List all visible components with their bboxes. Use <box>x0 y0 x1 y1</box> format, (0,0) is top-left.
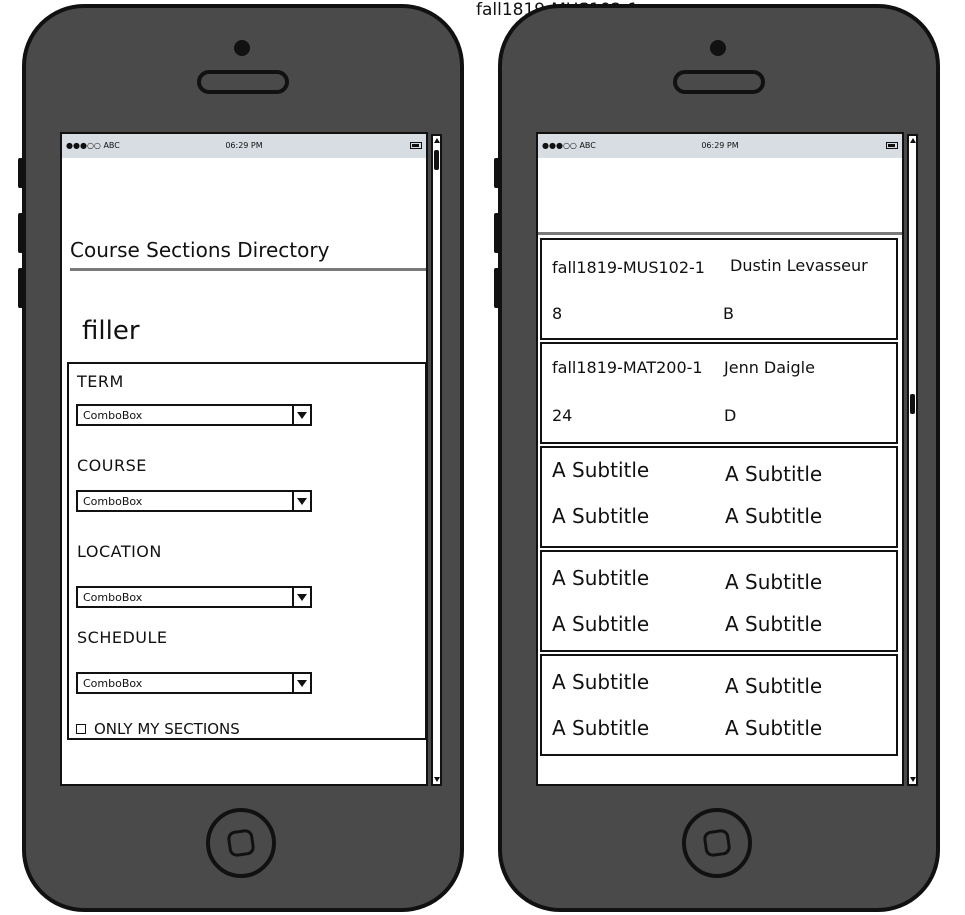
camera-icon <box>234 40 250 56</box>
subtitle-text: A Subtitle <box>725 716 823 740</box>
course-combobox-value: ComboBox <box>83 495 143 508</box>
mute-switch <box>18 158 24 188</box>
volume-up-button <box>494 213 500 253</box>
speaker-grille <box>673 70 765 94</box>
location-combobox-value: ComboBox <box>83 591 143 604</box>
battery-icon <box>410 142 422 149</box>
course-label: COURSE <box>77 456 147 475</box>
section-card[interactable]: fall1819-MUS102-1 Dustin Levasseur 8 B <box>540 238 898 340</box>
scroll-down-arrow-icon[interactable] <box>910 777 916 782</box>
term-combobox[interactable]: ComboBox <box>76 404 312 426</box>
section-instructor: Jenn Daigle <box>724 358 815 377</box>
section-block: D <box>724 406 737 425</box>
schedule-combobox-value: ComboBox <box>83 677 143 690</box>
section-name: fall1819-MAT200-1 <box>552 358 703 377</box>
subtitle-text: A Subtitle <box>552 504 650 528</box>
schedule-label: SCHEDULE <box>77 628 168 647</box>
battery-icon <box>886 142 898 149</box>
location-combobox[interactable]: ComboBox <box>76 586 312 608</box>
scroll-up-arrow-icon[interactable] <box>434 138 440 143</box>
subtitle-text: A Subtitle <box>552 458 650 482</box>
screen-left: ●●●○○ ABC 06:29 PM Course Sections Direc… <box>60 132 428 786</box>
subtitle-text: A Subtitle <box>725 504 823 528</box>
term-combobox-value: ComboBox <box>83 409 143 422</box>
volume-down-button <box>18 268 24 308</box>
speaker-grille <box>197 70 289 94</box>
subtitle-text: A Subtitle <box>552 670 650 694</box>
chevron-down-icon[interactable] <box>292 406 310 424</box>
placeholder-card[interactable]: A Subtitle A Subtitle A Subtitle A Subti… <box>540 654 898 756</box>
page-title: Course Sections Directory <box>70 238 330 262</box>
only-my-sections-row[interactable]: ONLY MY SECTIONS <box>76 720 240 738</box>
screen-right: ●●●○○ ABC 06:29 PM fall1819-MUS102-1 Dus… <box>536 132 904 786</box>
home-square-icon <box>226 828 256 858</box>
location-label: LOCATION <box>77 542 162 561</box>
section-block: B <box>723 304 734 323</box>
phone-frame-right: ●●●○○ ABC 06:29 PM fall1819-MUS102-1 Dus… <box>494 4 940 912</box>
section-count: 24 <box>552 406 573 425</box>
section-card[interactable]: fall1819-MAT200-1 Jenn Daigle 24 D <box>540 342 898 444</box>
subtitle-text: A Subtitle <box>725 674 823 698</box>
term-label: TERM <box>77 372 124 391</box>
clock: 06:29 PM <box>701 141 739 150</box>
mute-switch <box>494 158 500 188</box>
only-my-sections-label: ONLY MY SECTIONS <box>94 720 240 738</box>
scroll-up-arrow-icon[interactable] <box>910 138 916 143</box>
scroll-thumb[interactable] <box>434 150 439 170</box>
subtitle-text: A Subtitle <box>552 716 650 740</box>
section-name: fall1819-MUS102-1 <box>552 258 705 277</box>
placeholder-card[interactable]: A Subtitle A Subtitle A Subtitle A Subti… <box>540 550 898 652</box>
subtitle-text: A Subtitle <box>552 566 650 590</box>
status-bar: ●●●○○ ABC 06:29 PM <box>62 134 426 158</box>
filler-text: filler <box>82 316 140 346</box>
home-button[interactable] <box>682 808 752 878</box>
status-bar: ●●●○○ ABC 06:29 PM <box>538 134 902 158</box>
only-my-sections-checkbox[interactable] <box>76 724 86 734</box>
section-instructor: Dustin Levasseur <box>730 256 868 275</box>
subtitle-text: A Subtitle <box>725 462 823 486</box>
volume-up-button <box>18 213 24 253</box>
phone-frame-left: ●●●○○ ABC 06:29 PM Course Sections Direc… <box>18 4 464 912</box>
scroll-thumb[interactable] <box>910 394 915 414</box>
clock: 06:29 PM <box>225 141 263 150</box>
schedule-combobox[interactable]: ComboBox <box>76 672 312 694</box>
camera-icon <box>710 40 726 56</box>
chevron-down-icon[interactable] <box>292 674 310 692</box>
header-divider <box>538 232 902 235</box>
chevron-down-icon[interactable] <box>292 492 310 510</box>
course-combobox[interactable]: ComboBox <box>76 490 312 512</box>
section-count: 8 <box>552 304 563 323</box>
title-divider <box>70 268 426 271</box>
subtitle-text: A Subtitle <box>725 570 823 594</box>
scrollbar-left[interactable] <box>431 134 442 786</box>
home-button[interactable] <box>206 808 276 878</box>
subtitle-text: A Subtitle <box>552 612 650 636</box>
home-square-icon <box>702 828 732 858</box>
scrollbar-right[interactable] <box>907 134 918 786</box>
placeholder-card[interactable]: A Subtitle A Subtitle A Subtitle A Subti… <box>540 446 898 548</box>
chevron-down-icon[interactable] <box>292 588 310 606</box>
volume-down-button <box>494 268 500 308</box>
subtitle-text: A Subtitle <box>725 612 823 636</box>
filter-panel: TERM ComboBox COURSE ComboBox LOCATION C… <box>67 362 426 740</box>
scroll-down-arrow-icon[interactable] <box>434 777 440 782</box>
